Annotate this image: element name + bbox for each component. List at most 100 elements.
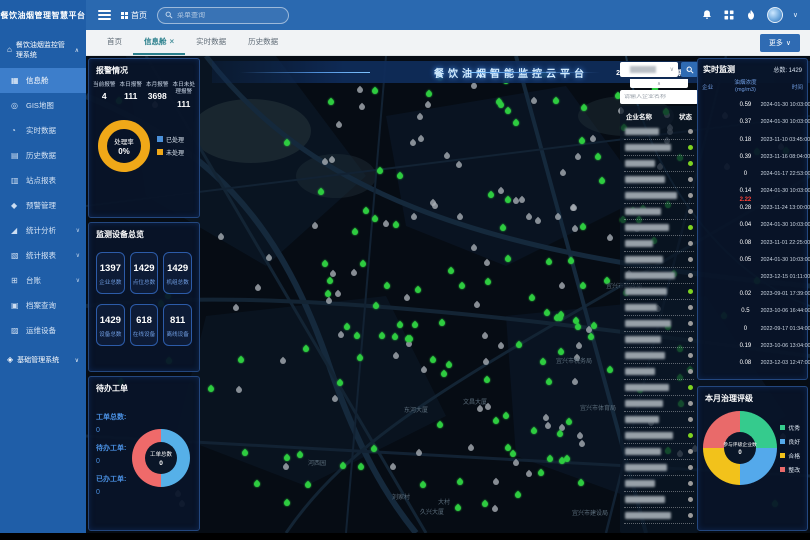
sidebar-item-ledger[interactable]: ⊞台账∨ (0, 268, 86, 293)
collapse-panel-button[interactable]: ∧ (630, 79, 688, 88)
hamburger-menu-icon[interactable] (98, 10, 111, 20)
sidebar-item-stat-report[interactable]: ▧统计报表∨ (0, 243, 86, 268)
company-list-row[interactable] (624, 252, 694, 268)
company-list-row[interactable] (624, 188, 694, 204)
sidebar-item-alert-manage[interactable]: ◆预警管理 (0, 193, 86, 218)
menu-search-box[interactable] (157, 7, 289, 24)
concentration-value: 0 (730, 171, 760, 177)
company-list-row[interactable] (624, 300, 694, 316)
notification-bell-icon[interactable] (701, 9, 713, 21)
company-list-row[interactable] (624, 396, 694, 412)
user-avatar[interactable] (767, 7, 783, 23)
company-list-row[interactable] (624, 348, 694, 364)
redacted-company-name (625, 128, 659, 135)
status-dot-offline (688, 337, 693, 342)
company-list-row[interactable] (624, 124, 694, 140)
tab-信息舱[interactable]: 信息舱× (133, 30, 185, 55)
status-dot-online (688, 289, 693, 294)
concentration-value: 2.22 (730, 197, 760, 357)
company-list-row[interactable] (624, 380, 694, 396)
company-list-row[interactable] (624, 204, 694, 220)
company-search-button[interactable] (681, 62, 698, 77)
legend-item: 良好 (780, 437, 800, 446)
tab-首页[interactable]: 首页 (96, 30, 133, 55)
company-list-row[interactable] (624, 236, 694, 252)
company-list-row[interactable] (624, 268, 694, 284)
reading-time: 2024-01-17 22:53:00 (761, 171, 803, 177)
legend-item: 优秀 (780, 423, 800, 432)
company-name-search[interactable] (620, 90, 698, 104)
concentration-value: 0.59 (730, 102, 760, 108)
sidebar-item-gis-map[interactable]: ◎GIS地图 (0, 93, 86, 118)
reading-time: 2023-09-01 17:39:00 (761, 291, 803, 297)
realtime-table-row[interactable]: 0.39 2023-11-16 08:04:00 (698, 148, 807, 165)
sidebar-group-base[interactable]: ◈ 基础管理系统 ∨ (0, 343, 86, 373)
sidebar-item-stat-analysis[interactable]: ◢统计分析∨ (0, 218, 86, 243)
company-list-row[interactable] (624, 156, 694, 172)
company-list-row[interactable] (624, 412, 694, 428)
company-select-dropdown[interactable]: ∨ (620, 62, 678, 77)
sidebar-item-archive-query[interactable]: ▣档案查询 (0, 293, 86, 318)
redacted-company-name (625, 368, 655, 375)
concentration-value: 0.5 (730, 308, 760, 314)
reading-time: 2024-01-30 10:03:00 (761, 188, 803, 194)
realtime-table-row[interactable]: 0.37 2024-01-30 10:03:00 (698, 114, 807, 131)
device-stat-card: 1429机组总数 (163, 252, 192, 294)
company-name-input[interactable] (624, 94, 694, 100)
realtime-table-row[interactable]: 2.22 2023-12-15 01:11:00 (698, 268, 807, 285)
company-list-row[interactable] (624, 428, 694, 444)
company-list-row[interactable] (624, 172, 694, 188)
sidebar-group-main[interactable]: ⌂ 餐饮油烟监控管理系统 ∧ (0, 30, 86, 68)
company-overlay: ∨ ∧ 企业名称 状态 (620, 62, 698, 533)
sidebar-item-dashboard[interactable]: ▦信息舱 (0, 68, 86, 93)
realtime-table-row[interactable]: 0.59 2024-01-30 10:03:00 (698, 97, 807, 114)
realtime-data-icon: ◔ (11, 127, 21, 135)
company-list-row[interactable] (624, 220, 694, 236)
concentration-value: 0.37 (730, 119, 760, 125)
chevron-down-icon: ∨ (670, 66, 674, 73)
sidebar-item-site-report[interactable]: ▥站点报表 (0, 168, 86, 193)
flame-icon[interactable] (745, 9, 757, 21)
sidebar-item-label: 信息舱 (26, 75, 49, 86)
status-dot-offline (688, 129, 693, 134)
realtime-table-row[interactable]: 0 2024-01-17 22:53:00 (698, 165, 807, 182)
tab-实时数据[interactable]: 实时数据 (185, 30, 237, 55)
legend-item: 已处理 (157, 135, 184, 144)
company-list-row[interactable] (624, 460, 694, 476)
company-list-row[interactable] (624, 316, 694, 332)
sidebar-item-device-ops[interactable]: ▨运维设备 (0, 318, 86, 343)
company-list-row[interactable] (624, 332, 694, 348)
status-dot-offline (688, 241, 693, 246)
more-button[interactable]: 更多 ∨ (760, 34, 800, 52)
company-list-row[interactable] (624, 140, 694, 156)
reading-time: 2024-01-30 10:03:00 (761, 119, 803, 125)
reading-time: 2023-11-24 13:00:00 (761, 205, 803, 211)
company-list-row[interactable] (624, 364, 694, 380)
home-icon: ⌂ (7, 46, 12, 54)
status-dot-offline (688, 353, 693, 358)
process-rate-ring: 处理率 0% (98, 120, 150, 172)
company-list-row[interactable] (624, 492, 694, 508)
company-list-row[interactable] (624, 508, 694, 524)
status-dot-online (688, 433, 693, 438)
tab-历史数据[interactable]: 历史数据 (237, 30, 289, 55)
company-list-row[interactable] (624, 444, 694, 460)
concentration-value: 0.08 (730, 360, 760, 366)
alarm-panel: 报警情况 当前报警4本日报警111本月报警3698本日未处理报警111 处理率 … (88, 58, 200, 218)
status-dot-offline (688, 321, 693, 326)
company-list-row[interactable] (624, 284, 694, 300)
topbar-home-link[interactable]: 首页 (121, 10, 147, 21)
company-list-row[interactable] (624, 476, 694, 492)
sidebar-item-history-data[interactable]: ▤历史数据 (0, 143, 86, 168)
redacted-company-name (625, 224, 669, 231)
sidebar-item-label: 档案查询 (26, 300, 56, 311)
sidebar-item-realtime-data[interactable]: ◔实时数据 (0, 118, 86, 143)
close-icon[interactable]: × (170, 37, 175, 46)
menu-search-input[interactable] (177, 12, 281, 19)
rating-donut-chart: 参与评级企业数 0 (703, 411, 777, 485)
chevron-down-icon[interactable]: ∨ (793, 11, 798, 19)
realtime-table-row[interactable]: 0.18 2023-11-10 03:45:00 (698, 131, 807, 148)
apps-grid-icon[interactable] (723, 9, 735, 21)
alarm-stat: 本日未处理报警111 (171, 82, 198, 109)
map-place-label: 宜兴市建设局 (572, 508, 608, 517)
